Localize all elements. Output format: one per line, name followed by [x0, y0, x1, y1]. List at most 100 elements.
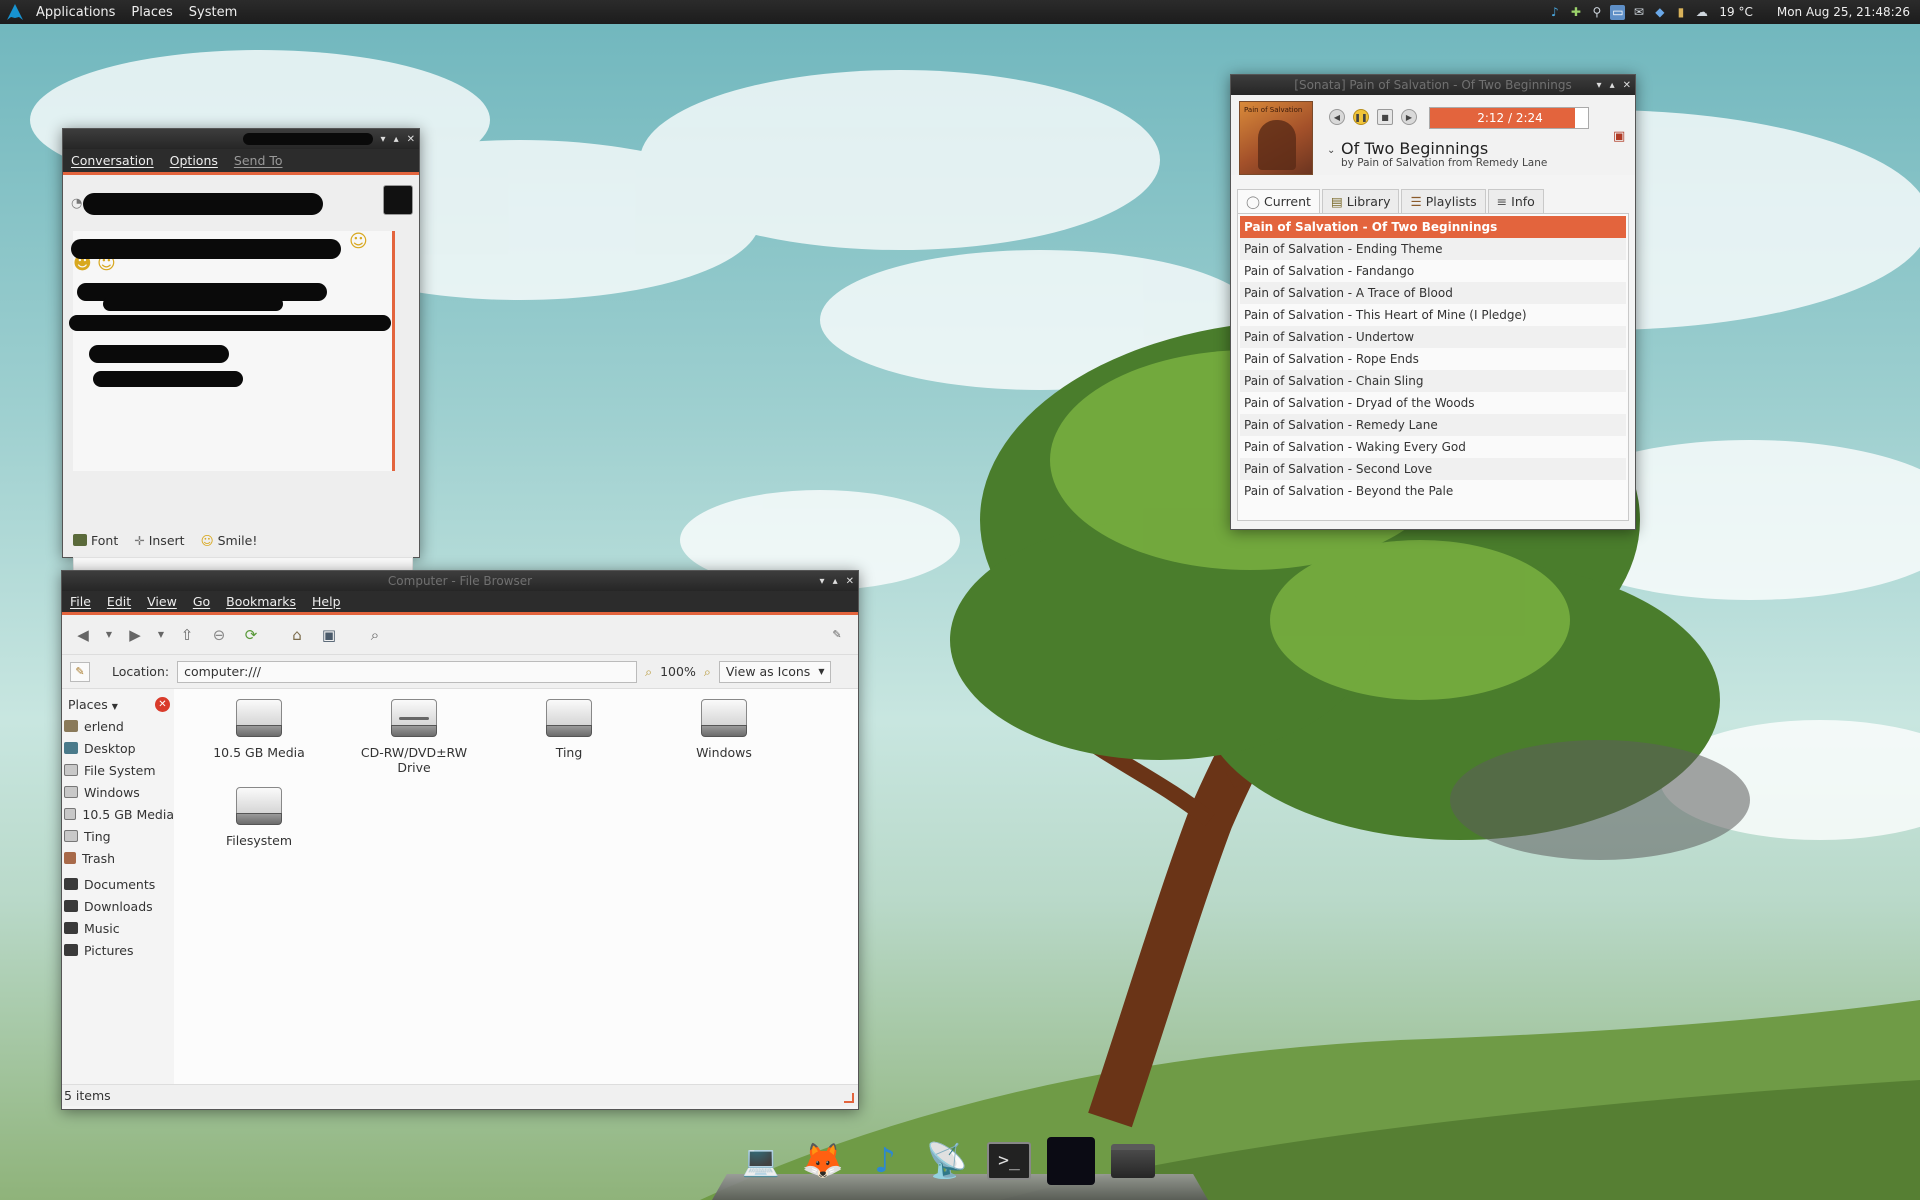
back-history-icon[interactable]: ▼: [104, 624, 114, 646]
sidebar-item-trash[interactable]: Trash: [62, 847, 174, 869]
playlist-row[interactable]: Pain of Salvation - Second Love: [1240, 458, 1626, 480]
zoom-level[interactable]: 100%: [660, 664, 696, 679]
tab-library[interactable]: ▤ Library: [1321, 189, 1400, 213]
sidebar-item-windows[interactable]: Windows: [62, 781, 174, 803]
display-icon[interactable]: ▭: [1610, 4, 1626, 20]
zoom-out-icon[interactable]: ⌕: [645, 664, 652, 680]
playlist-extra-icon[interactable]: ▣: [1613, 129, 1629, 145]
playlist-row[interactable]: Pain of Salvation - Remedy Lane: [1240, 414, 1626, 436]
contact-avatar[interactable]: [383, 185, 413, 215]
menu-applications[interactable]: Applications: [28, 5, 123, 20]
maximize-icon[interactable]: ▴: [1610, 80, 1615, 91]
expander-icon[interactable]: ⌄: [1327, 145, 1335, 156]
shield-icon[interactable]: ◆: [1652, 5, 1667, 20]
fox-browser-icon[interactable]: 🦊: [798, 1136, 848, 1186]
playlist-row[interactable]: Pain of Salvation - This Heart of Mine (…: [1240, 304, 1626, 326]
menu-system[interactable]: System: [181, 5, 245, 20]
drive-item-ting[interactable]: Ting: [504, 699, 634, 760]
menu-file[interactable]: File: [62, 594, 99, 609]
playlist-row[interactable]: Pain of Salvation - Undertow: [1240, 326, 1626, 348]
progress-bar[interactable]: 2:12 / 2:24: [1429, 107, 1589, 129]
resize-grip-icon[interactable]: [844, 1093, 854, 1103]
terminal-icon[interactable]: >_: [984, 1136, 1034, 1186]
forward-icon[interactable]: ▶: [124, 624, 146, 646]
menu-help[interactable]: Help: [304, 594, 349, 609]
maximize-icon[interactable]: ▴: [833, 576, 838, 587]
drive-item-windows[interactable]: Windows: [659, 699, 789, 760]
forward-history-icon[interactable]: ▼: [156, 624, 166, 646]
menu-send-to[interactable]: Send To: [226, 153, 291, 168]
menu-edit[interactable]: Edit: [99, 594, 139, 609]
menu-places[interactable]: Places: [123, 5, 180, 20]
clock[interactable]: Mon Aug 25, 21:48:26: [1777, 5, 1910, 19]
sidebar-item-downloads[interactable]: Downloads: [62, 895, 174, 917]
add-icon[interactable]: ✚: [1568, 5, 1583, 20]
battery-icon[interactable]: ▮: [1673, 5, 1688, 20]
satellite-dish-icon[interactable]: 📡: [922, 1136, 972, 1186]
sidebar-item-ting[interactable]: Ting: [62, 825, 174, 847]
menu-view[interactable]: View: [139, 594, 185, 609]
album-art[interactable]: Pain of Salvation: [1239, 101, 1313, 175]
playlist-row[interactable]: Pain of Salvation - Chain Sling: [1240, 370, 1626, 392]
chat-titlebar[interactable]: ▾ ▴ ✕: [63, 129, 419, 149]
home-icon[interactable]: ⌂: [286, 624, 308, 646]
sidebar-item-file-system[interactable]: File System: [62, 759, 174, 781]
drive-item-optical[interactable]: CD-RW/DVD±RW Drive: [349, 699, 479, 775]
arch-logo-icon[interactable]: [2, 0, 28, 24]
menu-options[interactable]: Options: [162, 153, 226, 168]
stop-icon[interactable]: ■: [1377, 109, 1393, 125]
sidebar-item-pictures[interactable]: Pictures: [62, 939, 174, 961]
sidebar-item-desktop[interactable]: Desktop: [62, 737, 174, 759]
music-note-icon[interactable]: ♪: [1547, 5, 1562, 20]
playlist-row[interactable]: Pain of Salvation - Beyond the Pale: [1240, 480, 1626, 502]
playlist-row[interactable]: Pain of Salvation - Rope Ends: [1240, 348, 1626, 370]
sidebar-item-erlend[interactable]: erlend: [62, 715, 174, 737]
previous-icon[interactable]: ◀: [1329, 109, 1345, 125]
up-icon[interactable]: ⇧: [176, 624, 198, 646]
close-sidebar-icon[interactable]: ✕: [155, 696, 170, 712]
close-icon[interactable]: ✕: [407, 134, 415, 145]
close-icon[interactable]: ✕: [846, 576, 854, 587]
drive-item-filesystem[interactable]: Filesystem: [194, 787, 324, 848]
computer-icon[interactable]: ▣: [318, 624, 340, 646]
reload-icon[interactable]: ⟳: [240, 624, 262, 646]
music-note-icon[interactable]: ♪: [860, 1136, 910, 1186]
location-input[interactable]: [177, 660, 638, 683]
sidebar-item-documents[interactable]: Documents: [62, 873, 174, 895]
laptop-icon[interactable]: 💻: [736, 1136, 786, 1186]
maximize-icon[interactable]: ▴: [394, 134, 399, 145]
font-button[interactable]: Font: [73, 533, 118, 548]
menu-bookmarks[interactable]: Bookmarks: [218, 594, 304, 609]
smile-button[interactable]: ☺ Smile!: [201, 533, 258, 548]
minimize-icon[interactable]: ▾: [381, 134, 386, 145]
network-icon[interactable]: ⚲: [1589, 5, 1604, 20]
search-icon[interactable]: ⌕: [364, 624, 386, 646]
playlist-row[interactable]: Pain of Salvation - Waking Every God: [1240, 436, 1626, 458]
close-icon[interactable]: ✕: [1623, 80, 1631, 91]
zoom-in-icon[interactable]: ⌕: [704, 664, 711, 680]
sidebar-title-select[interactable]: Places ▼: [68, 697, 118, 712]
pause-icon[interactable]: ❚❚: [1353, 109, 1369, 125]
sidebar-item-media[interactable]: 10.5 GB Media: [62, 803, 174, 825]
playlist-row[interactable]: Pain of Salvation - Ending Theme: [1240, 238, 1626, 260]
playlist-row[interactable]: Pain of Salvation - A Trace of Blood: [1240, 282, 1626, 304]
stop-icon[interactable]: ⊖: [208, 624, 230, 646]
chat-avatar-icon[interactable]: [1046, 1136, 1096, 1186]
sidebar-item-music[interactable]: Music: [62, 917, 174, 939]
player-titlebar[interactable]: [Sonata] Pain of Salvation - Of Two Begi…: [1231, 75, 1635, 95]
view-mode-select[interactable]: View as Icons ▼: [718, 660, 832, 683]
menu-go[interactable]: Go: [185, 594, 218, 609]
tab-playlists[interactable]: ☰ Playlists: [1401, 189, 1486, 213]
playlist-row[interactable]: Pain of Salvation - Of Two Beginnings: [1240, 216, 1626, 238]
weather-icon[interactable]: ☁: [1694, 5, 1709, 20]
insert-button[interactable]: ✛ Insert: [134, 533, 184, 548]
drive-item-media[interactable]: 10.5 GB Media: [194, 699, 324, 760]
tab-current[interactable]: ◯ Current: [1237, 189, 1320, 213]
tab-info[interactable]: ≡ Info: [1487, 189, 1544, 213]
playlist-row[interactable]: Pain of Salvation - Fandango: [1240, 260, 1626, 282]
minimize-icon[interactable]: ▾: [820, 576, 825, 587]
file-browser-titlebar[interactable]: Computer - File Browser ▾ ▴ ✕: [62, 571, 858, 591]
minimize-icon[interactable]: ▾: [1597, 80, 1602, 91]
mail-icon[interactable]: ✉: [1631, 5, 1646, 20]
toggle-location-icon[interactable]: ✎: [70, 661, 90, 682]
